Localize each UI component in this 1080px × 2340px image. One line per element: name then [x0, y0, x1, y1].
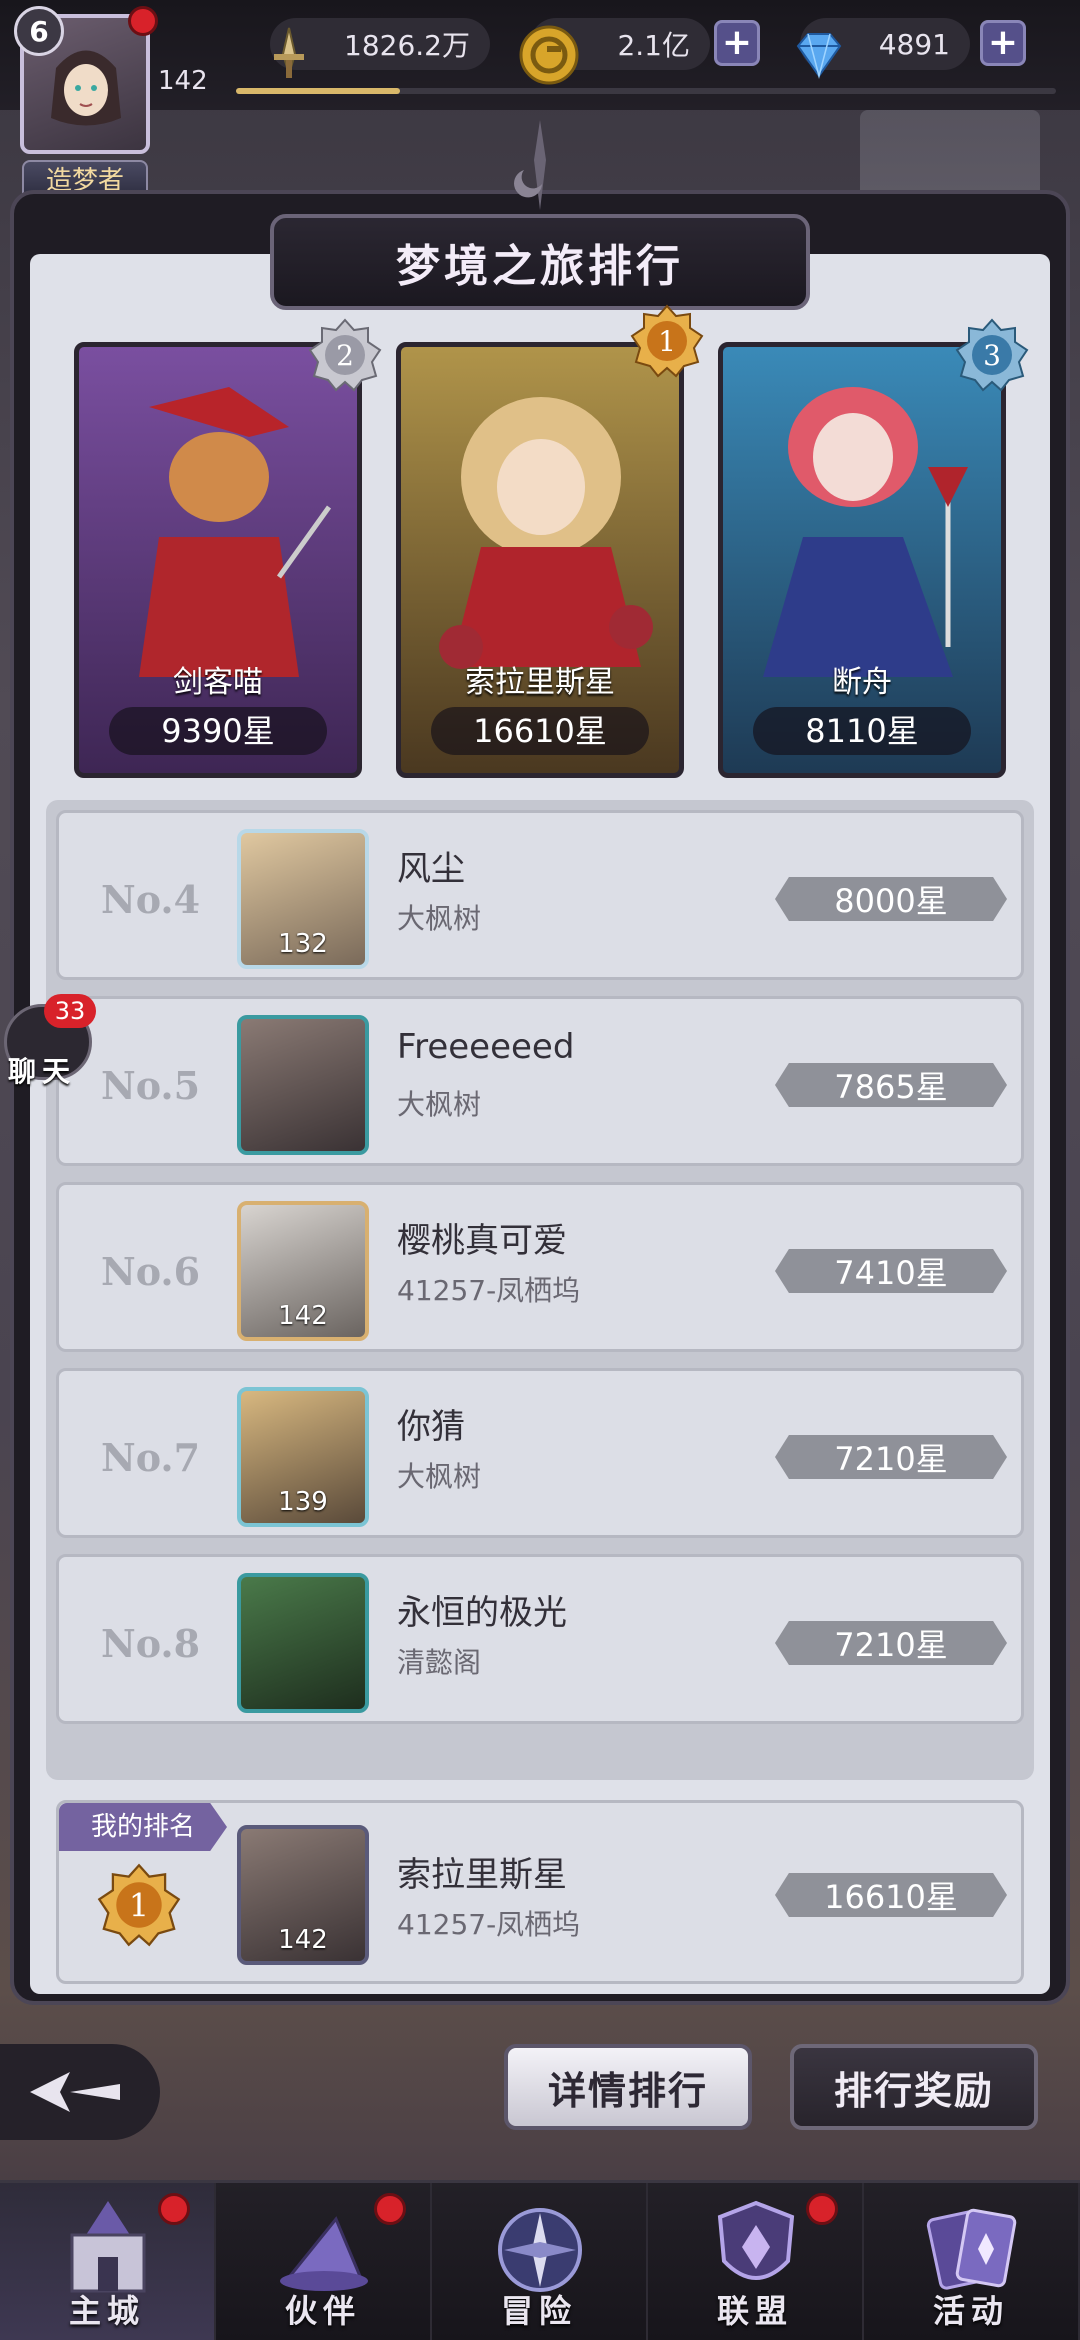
- sword-power-icon: [274, 27, 304, 78]
- player-level-badge: 6: [14, 6, 64, 56]
- gold-display: 2.1亿: [519, 18, 710, 85]
- chat-label: 聊天: [8, 1055, 77, 1088]
- row-score: 7210星: [775, 1621, 1007, 1665]
- row-score: 8000星: [775, 877, 1007, 921]
- ranking-row[interactable]: No.8 永恒的极光 清懿阁 7210星: [56, 1554, 1024, 1724]
- row-level: 132: [278, 929, 328, 959]
- podium-score: 8110星: [753, 707, 971, 755]
- ranking-row[interactable]: No.7 139 你猜 大枫树 7210星: [56, 1368, 1024, 1538]
- notification-dot-icon: [128, 6, 158, 36]
- crescent-ornament-icon: [514, 120, 546, 210]
- row-avatar[interactable]: 142: [237, 1201, 369, 1341]
- rank-number: No.7: [101, 1435, 201, 1480]
- back-arrow-icon: [30, 2072, 120, 2112]
- podium-card-3[interactable]: 断舟 8110星: [718, 342, 1006, 778]
- podium-name: 剑客喵: [173, 665, 263, 700]
- diamond-value: 4891: [878, 27, 950, 61]
- nav-item-alliance[interactable]: 联盟: [648, 2183, 864, 2340]
- ranking-reward-button[interactable]: 排行奖励: [790, 2044, 1038, 2130]
- my-guild-name: 41257-凤栖坞: [397, 1908, 581, 1941]
- row-player-name: 你猜: [397, 1407, 465, 1447]
- notification-dot-icon: [806, 2193, 838, 2225]
- my-avatar[interactable]: 142: [237, 1825, 369, 1965]
- row-guild-name: 大枫树: [397, 1460, 482, 1493]
- xp-bar: [236, 88, 1056, 94]
- power-display: 1826.2万: [270, 18, 490, 78]
- gold-coin-icon: [519, 25, 579, 85]
- bronze-medal-icon: 3: [955, 318, 1029, 392]
- medal-number: 2: [336, 339, 354, 372]
- row-guild-name: 41257-凤栖坞: [397, 1274, 581, 1307]
- chat-unread-count: 33: [44, 994, 96, 1028]
- podium-card-1[interactable]: 索拉里斯星 16610星: [396, 342, 684, 778]
- rank-number: No.6: [101, 1249, 201, 1294]
- podium-score: 9390星: [109, 707, 327, 755]
- row-avatar[interactable]: [237, 1015, 369, 1155]
- medal-number: 1: [658, 325, 676, 358]
- notification-dot-icon: [374, 2193, 406, 2225]
- row-score: 7210星: [775, 1435, 1007, 1479]
- my-rank-number: 1: [129, 1888, 149, 1924]
- ranking-list[interactable]: No.4 132 风尘 大枫树 8000星 No.5 Freeeeeed 大枫树…: [46, 800, 1034, 1780]
- row-player-name: 永恒的极光: [397, 1593, 567, 1633]
- panel-title: 梦境之旅排行: [270, 214, 810, 310]
- nav-item-main-city[interactable]: 主城: [0, 2183, 216, 2340]
- nav-item-events[interactable]: 活动: [864, 2183, 1080, 2340]
- nav-label: 主城: [68, 2292, 145, 2330]
- my-rank-row[interactable]: 我的排名 1 142 索拉里斯星 41257-凤栖坞 16610星: [56, 1800, 1024, 1984]
- player-level: 142: [158, 66, 208, 96]
- nav-label: 伙伴: [284, 2292, 361, 2330]
- power-value: 1826.2万: [344, 29, 470, 62]
- ranking-row[interactable]: No.4 132 风尘 大枫树 8000星: [56, 810, 1024, 980]
- my-rank-tag: 我的排名: [59, 1803, 227, 1851]
- row-guild-name: 大枫树: [397, 902, 482, 935]
- row-player-name: 樱桃真可爱: [397, 1221, 567, 1261]
- player-portrait-icon: [51, 50, 121, 126]
- nav-label: 活动: [932, 2292, 1009, 2330]
- my-player-name: 索拉里斯星: [397, 1855, 567, 1895]
- podium-name: 断舟: [832, 665, 892, 700]
- podium-name: 索拉里斯星: [465, 665, 615, 700]
- row-level: 139: [278, 1487, 328, 1517]
- back-button[interactable]: [0, 2044, 160, 2140]
- gold-medal-icon: 1: [97, 1863, 181, 1947]
- notification-dot-icon: [158, 2193, 190, 2225]
- row-avatar[interactable]: [237, 1573, 369, 1713]
- rank-number: No.8: [101, 1621, 201, 1666]
- nav-label: 联盟: [716, 2292, 793, 2330]
- add-gold-button[interactable]: +: [714, 20, 760, 66]
- nav-item-adventure[interactable]: 冒险: [432, 2183, 648, 2340]
- add-diamond-button[interactable]: +: [980, 20, 1026, 66]
- nav-label: 冒险: [500, 2292, 577, 2330]
- gold-value: 2.1亿: [617, 29, 690, 62]
- row-avatar[interactable]: 139: [237, 1387, 369, 1527]
- gold-medal-icon: 1: [630, 304, 704, 378]
- nav-item-partners[interactable]: 伙伴: [216, 2183, 432, 2340]
- row-guild-name: 清懿阁: [397, 1646, 482, 1679]
- my-score: 16610星: [775, 1873, 1007, 1917]
- medal-number: 3: [983, 339, 1001, 372]
- ranking-row[interactable]: No.6 142 樱桃真可爱 41257-凤栖坞 7410星: [56, 1182, 1024, 1352]
- detail-ranking-button[interactable]: 详情排行: [504, 2044, 752, 2130]
- row-guild-name: 大枫树: [397, 1088, 482, 1121]
- silver-medal-icon: 2: [308, 318, 382, 392]
- row-avatar[interactable]: 132: [237, 829, 369, 969]
- podium-score: 16610星: [431, 707, 649, 755]
- ranking-row[interactable]: No.5 Freeeeeed 大枫树 7865星: [56, 996, 1024, 1166]
- rank-number: No.4: [101, 877, 201, 922]
- row-player-name: 风尘: [397, 849, 465, 889]
- podium-card-2[interactable]: 剑客喵 9390星: [74, 342, 362, 778]
- row-level: 142: [278, 1301, 328, 1331]
- row-score: 7410星: [775, 1249, 1007, 1293]
- chat-button[interactable]: 33 聊天: [0, 994, 100, 1104]
- diamond-icon: [796, 33, 842, 79]
- rank-number: No.5: [101, 1063, 201, 1108]
- my-level: 142: [278, 1925, 328, 1955]
- row-player-name: Freeeeeed: [397, 1027, 575, 1067]
- diamond-display: 4891: [796, 18, 970, 79]
- row-score: 7865星: [775, 1063, 1007, 1107]
- bottom-nav: 主城 伙伴 冒险 联盟 活动: [0, 2180, 1080, 2340]
- xp-fill: [236, 88, 400, 94]
